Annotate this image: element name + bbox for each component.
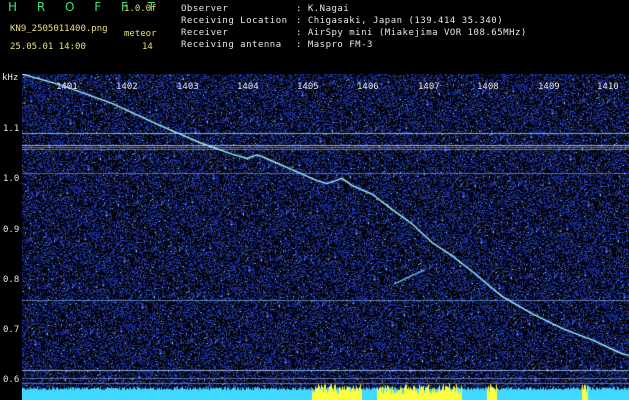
y-tick-0-7: 0.7 (3, 325, 20, 335)
observer-label: Observer (181, 4, 229, 14)
location-label: Receiving Location (181, 16, 288, 26)
spectrogram-canvas (22, 74, 629, 400)
x-tick-1409: 1409 (538, 82, 560, 92)
file-name: KN9_2505011400.png (10, 24, 108, 34)
x-tick-1407: 1407 (418, 82, 440, 92)
observation-datetime: 25.05.01 14:00 (10, 42, 86, 52)
receiver-value: : AirSpy mini (Miakejima VOR 108.65MHz) (296, 28, 527, 38)
meteor-count: 14 (142, 42, 153, 52)
y-tick-0-8: 0.8 (3, 275, 20, 285)
x-tick-1401: 1401 (56, 82, 78, 92)
antenna-value: : Maspro FM-3 (296, 40, 373, 50)
receiver-label: Receiver (181, 28, 229, 38)
app-version: 1.0.0f (124, 4, 157, 14)
observer-value: : K.Nagai (296, 4, 350, 14)
x-tick-1408: 1408 (477, 82, 499, 92)
x-tick-1404: 1404 (237, 82, 259, 92)
y-tick-0-6: 0.6 (3, 375, 20, 385)
x-tick-1405: 1405 (297, 82, 319, 92)
x-tick-1402: 1402 (116, 82, 138, 92)
x-tick-1410: 1410 (597, 82, 619, 92)
x-tick-1406: 1406 (357, 82, 379, 92)
y-axis-unit: kHz (2, 73, 19, 83)
y-tick-0-9: 0.9 (3, 225, 20, 235)
location-value: : Chigasaki, Japan (139.414 35.340) (296, 16, 504, 26)
header-panel: H R O F F T 1.0.0f KN9_2505011400.png me… (0, 0, 629, 74)
y-tick-1-1: 1.1 (3, 124, 20, 134)
antenna-label: Receiving antenna (181, 40, 282, 50)
x-tick-1403: 1403 (177, 82, 199, 92)
y-tick-1-0: 1.0 (3, 174, 20, 184)
meteor-label: meteor (124, 29, 157, 39)
